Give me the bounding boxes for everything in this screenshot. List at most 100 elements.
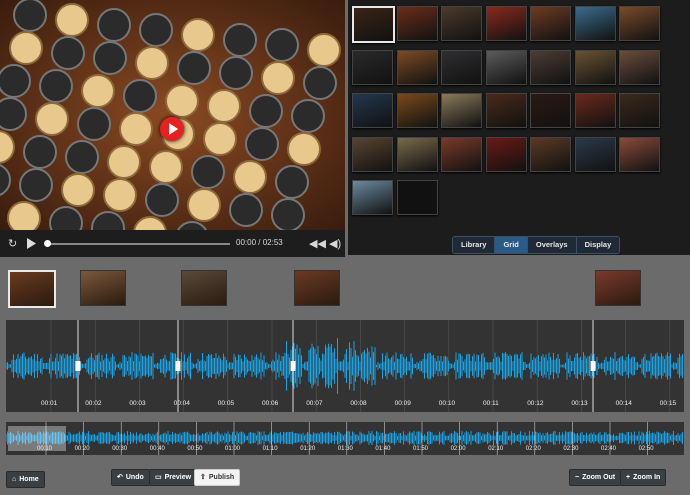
overview-tick-label: 02:20: [525, 446, 541, 452]
audio-waveform[interactable]: 00:01 00:02 00:03 00:04 00:05 00:06 00:07 00:08…: [5, 320, 684, 412]
grid-thumbnail[interactable]: [441, 6, 482, 41]
timeline-tick-label: 00:04: [173, 400, 190, 407]
timeline-clip[interactable]: [181, 270, 227, 306]
tab-overlays[interactable]: Overlays: [527, 237, 577, 253]
grid-thumbnail[interactable]: [530, 93, 571, 128]
home-label: Home: [19, 476, 39, 483]
timeline-tick-label: 00:03: [129, 400, 146, 407]
volume-icon[interactable]: ◀): [329, 237, 341, 250]
waveform-graphic: [5, 320, 683, 412]
duration: 02:53: [262, 238, 283, 247]
timeline-tick-label: 00:11: [483, 400, 499, 407]
grid-thumbnail[interactable]: [574, 6, 616, 41]
grid-thumbnail[interactable]: [396, 136, 438, 172]
overview-tick-label: 00:30: [112, 446, 128, 452]
grid-thumbnail[interactable]: [574, 93, 616, 128]
minus-icon: −: [575, 474, 580, 481]
grid-thumbnail[interactable]: [352, 136, 393, 172]
grid-thumbnail[interactable]: [396, 49, 438, 85]
grid-thumbnail[interactable]: [574, 49, 616, 85]
timeline-tick-label: 00:10: [438, 400, 456, 407]
overview-tick-label: 01:00: [225, 446, 241, 452]
clip-marker-handle: [590, 361, 596, 371]
current-time: 00:00: [236, 238, 257, 247]
undo-icon: ↶: [117, 474, 123, 481]
grid-thumbnail[interactable]: [619, 49, 660, 85]
clip-marker-handle: [290, 361, 296, 371]
play-overlay-button[interactable]: [160, 117, 184, 141]
overview-tick-label: 00:50: [187, 446, 203, 452]
timeline-overview[interactable]: 00:10 00:20 00:30 00:40 00:50 01:00 01:10 01:20…: [5, 422, 684, 455]
preview-button[interactable]: ▭ Preview: [149, 469, 198, 486]
grid-thumbnail[interactable]: [352, 49, 393, 85]
timeline-tick-label: 00:09: [394, 400, 411, 407]
grid-thumbnail[interactable]: [352, 6, 395, 43]
plus-icon: +: [626, 474, 631, 481]
timeline-clip[interactable]: [80, 270, 126, 306]
overview-tick-label: 01:40: [375, 446, 391, 452]
home-icon: ⌂: [12, 476, 17, 483]
timeline-tick-label: 00:06: [262, 400, 279, 407]
typewriter-keys-image: [0, 0, 345, 230]
grid-thumbnail[interactable]: [530, 136, 571, 172]
grid-thumbnail[interactable]: [396, 93, 438, 128]
publish-label: Publish: [208, 474, 235, 481]
tab-grid[interactable]: Grid: [495, 237, 528, 253]
replay-icon[interactable]: ↻: [8, 237, 17, 250]
zoom-out-button[interactable]: − Zoom Out: [569, 469, 622, 486]
publish-button[interactable]: ⇪ Publish: [194, 469, 241, 486]
rewind-icon[interactable]: ◀◀: [309, 237, 326, 250]
overview-tick-label: 00:20: [74, 446, 90, 452]
tab-display[interactable]: Display: [576, 237, 620, 253]
overview-tick-label: 02:30: [563, 446, 579, 452]
zoom-in-button[interactable]: + Zoom In: [620, 469, 667, 486]
overview-tick-label: 01:20: [300, 446, 316, 452]
overview-tick-label: 00:40: [149, 446, 165, 452]
timeline-tick-label: 00:12: [527, 400, 544, 407]
overview-tick-label: 02:40: [601, 446, 617, 452]
time-separator: /: [258, 238, 261, 247]
play-icon[interactable]: [26, 238, 36, 249]
grid-thumbnail[interactable]: [396, 180, 438, 215]
overview-tick-label: 02:00: [450, 446, 466, 452]
grid-thumbnail[interactable]: [485, 6, 527, 41]
grid-thumbnail[interactable]: [396, 6, 438, 41]
timeline-tick-label: 00:02: [85, 400, 102, 407]
grid-thumbnail[interactable]: [619, 93, 660, 128]
grid-thumbnail[interactable]: [441, 93, 482, 128]
monitor-icon: ▭: [155, 474, 162, 481]
home-button[interactable]: ⌂ Home: [6, 471, 45, 488]
timeline-clip[interactable]: [8, 270, 56, 308]
overview-tick-label: 01:50: [413, 446, 429, 452]
video-player[interactable]: ↻ 00:00 / 02:53 ◀◀ ◀): [0, 0, 345, 257]
seek-bar[interactable]: [46, 243, 230, 245]
timeline-clip[interactable]: [595, 270, 641, 306]
grid-thumbnail[interactable]: [485, 49, 527, 85]
grid-thumbnail[interactable]: [619, 136, 660, 172]
grid-thumbnail[interactable]: [352, 93, 393, 128]
seek-handle[interactable]: [44, 240, 51, 247]
grid-thumbnail[interactable]: [530, 6, 571, 41]
tab-library[interactable]: Library: [453, 237, 496, 253]
overview-tick-label: 01:30: [337, 446, 353, 452]
timeline-tick-label: 00:05: [217, 400, 235, 407]
clip-strip: [0, 262, 690, 318]
grid-thumbnail[interactable]: [619, 6, 660, 41]
grid-thumbnail[interactable]: [441, 136, 482, 172]
undo-button[interactable]: ↶ Undo: [111, 469, 150, 486]
undo-label: Undo: [125, 474, 144, 481]
timeline-clip[interactable]: [294, 270, 340, 306]
grid-thumbnail[interactable]: [441, 49, 482, 85]
grid-thumbnail[interactable]: [485, 136, 527, 172]
overview-tick-label: 02:50: [638, 446, 654, 452]
clip-marker-handle: [175, 361, 181, 371]
timeline-tick-label: 00:08: [350, 400, 367, 407]
grid-thumbnail[interactable]: [485, 93, 527, 128]
zoom-in-label: Zoom In: [633, 474, 661, 481]
grid-thumbnail[interactable]: [352, 180, 393, 215]
timeline-tick-label: 00:13: [571, 400, 588, 407]
timeline-tick-label: 00:14: [615, 400, 632, 407]
grid-thumbnail[interactable]: [530, 49, 571, 85]
grid-thumbnail[interactable]: [574, 136, 616, 172]
video-frame[interactable]: [0, 0, 345, 230]
